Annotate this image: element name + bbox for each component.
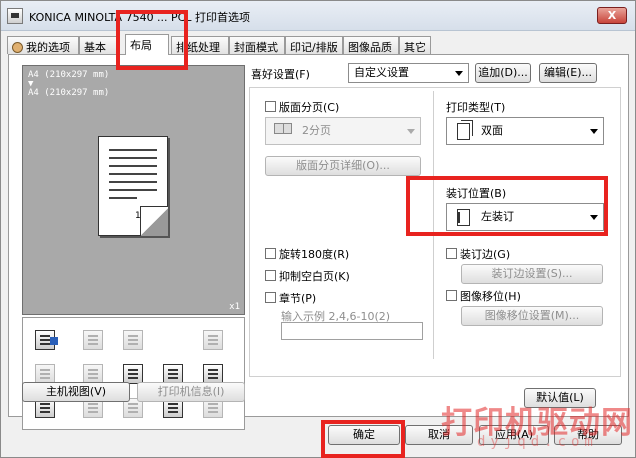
tab-cover[interactable]: 封面模式	[229, 36, 285, 54]
highlight-ok-button	[321, 420, 405, 458]
duplex-page-icon	[457, 120, 473, 140]
chevron-down-icon	[590, 129, 598, 134]
highlight-binding-position	[406, 176, 608, 236]
image-shift-checkbox[interactable]: 图像移位(H)	[446, 288, 521, 304]
skip-blank-pages-checkbox[interactable]: 抑制空白页(K)	[265, 268, 350, 284]
combination-checkbox[interactable]: 版面分页(C)	[265, 99, 339, 115]
two-up-icon	[274, 123, 292, 134]
option-icon-panel	[22, 317, 245, 430]
print-type-label: 打印类型(T)	[446, 101, 506, 114]
favorites-select[interactable]: 自定义设置	[348, 63, 469, 83]
page-preview: A4 (210x297 mm) ▼ A4 (210x297 mm) 1 x1	[22, 65, 245, 315]
finisher-icon	[203, 330, 223, 350]
tab-my-options[interactable]: 我的选项	[7, 36, 79, 54]
user-icon	[12, 42, 23, 53]
tab-other[interactable]: 其它	[399, 36, 431, 54]
tab-layout[interactable]: 布局	[125, 34, 169, 55]
preview-scale: x1	[229, 302, 240, 312]
preview-page-number: 1	[135, 211, 141, 221]
image-shift-settings-button[interactable]: 图像移位设置(M)...	[461, 306, 603, 326]
favorites-label: 喜好设置(F)	[251, 68, 310, 81]
binding-margin-checkbox[interactable]: 装订边(G)	[446, 246, 510, 262]
tab-basic[interactable]: 基本	[79, 36, 117, 54]
chevron-down-icon	[407, 129, 415, 134]
print-type-select[interactable]: 双面	[446, 117, 604, 145]
watermark-icon	[163, 364, 183, 384]
tab-stamp[interactable]: 印记/排版	[285, 36, 343, 54]
preview-page: 1	[98, 136, 168, 236]
printer-info-button[interactable]: 打印机信息(I)	[137, 382, 245, 402]
printer-view-button[interactable]: 主机视图(V)	[22, 382, 130, 402]
paper-tray-icon	[83, 330, 103, 350]
printer-icon	[7, 8, 23, 24]
site-watermark-url: dyjqd.com	[477, 434, 598, 450]
title-bar: KONICA MINOLTA 7540 ... PCL 打印首选项 X	[1, 1, 635, 31]
chapter-checkbox[interactable]: 章节(P)	[265, 290, 316, 306]
page-curl-icon	[140, 206, 168, 236]
stack-icon	[35, 364, 55, 384]
chevron-down-icon	[455, 71, 463, 76]
duplex-icon	[123, 330, 143, 350]
edit-favorite-button[interactable]: 编辑(E)...	[539, 63, 597, 83]
staple-icon	[203, 364, 223, 384]
preview-original-size: A4 (210x297 mm)	[28, 70, 110, 80]
output-tray-icon	[35, 330, 58, 350]
copies-icon	[83, 364, 103, 384]
add-favorite-button[interactable]: 追加(D)...	[475, 63, 531, 83]
combination-detail-button[interactable]: 版面分页详细(O)...	[265, 156, 421, 176]
font-icon	[123, 364, 143, 384]
rotate-180-checkbox[interactable]: 旋转180度(R)	[265, 246, 349, 262]
preview-paper-size: A4 (210x297 mm)	[28, 88, 110, 98]
chapter-pages-input[interactable]	[281, 322, 423, 340]
close-button[interactable]: X	[597, 7, 627, 24]
printer-preferences-window: KONICA MINOLTA 7540 ... PCL 打印首选项 X 我的选项…	[0, 0, 636, 458]
tab-quality[interactable]: 图像品质	[343, 36, 399, 54]
combination-select[interactable]: 2分页	[265, 117, 421, 145]
binding-margin-settings-button[interactable]: 装订边设置(S)...	[461, 264, 603, 284]
